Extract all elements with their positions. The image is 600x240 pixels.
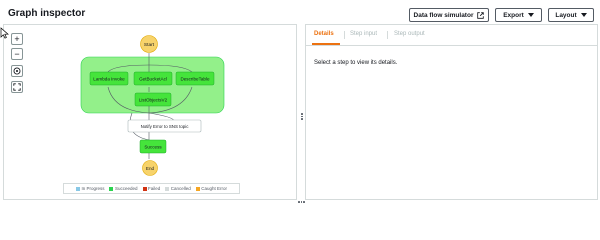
cancelled-swatch: [165, 186, 170, 191]
details-tabs: Details Step input Step output: [306, 25, 597, 46]
export-button[interactable]: Export: [495, 8, 542, 22]
tab-details[interactable]: Details: [314, 31, 334, 37]
vertical-resize-handle[interactable]: [301, 113, 303, 120]
graph-canvas-panel[interactable]: + − Start Lambda Invoke GetBucketAcl Des…: [3, 24, 297, 200]
success-label: Success: [144, 145, 162, 150]
details-panel: Details Step input Step output Select a …: [305, 24, 598, 200]
layout-label: Layout: [555, 11, 577, 19]
succeeded-swatch: [109, 186, 114, 191]
legend-label: Succeeded: [114, 186, 138, 191]
describe-table-node[interactable]: DescribeTable: [175, 71, 215, 86]
success-node[interactable]: Success: [139, 139, 167, 154]
horizontal-resize-handle[interactable]: [298, 201, 305, 203]
state-machine-graph: Start Lambda Invoke GetBucketAcl Describ…: [80, 35, 225, 176]
page-title: Graph inspector: [8, 8, 86, 19]
lambda-invoke-node[interactable]: Lambda Invoke: [89, 71, 129, 86]
lambda-invoke-label: Lambda Invoke: [93, 77, 125, 82]
start-label: Start: [144, 42, 155, 48]
list-objects-v2-node[interactable]: ListObjectsV2: [134, 92, 172, 107]
details-empty-hint: Select a step to view its details.: [314, 60, 398, 66]
describe-table-label: DescribeTable: [180, 77, 210, 82]
legend-label: Caught Error: [201, 186, 228, 191]
data-flow-simulator-label: Data flow simulator: [413, 11, 474, 19]
get-bucket-acl-node[interactable]: GetBucketAcl: [133, 71, 173, 86]
tab-step-input[interactable]: Step input: [350, 31, 377, 37]
legend-item-cancelled: Cancelled: [165, 186, 191, 191]
legend-label: Cancelled: [170, 186, 191, 191]
notify-error-node[interactable]: Notify Error to SNS topic: [127, 119, 202, 133]
mouse-cursor-icon: [0, 27, 9, 39]
failed-swatch: [142, 186, 147, 191]
legend-item-in-progress: In Progress: [75, 186, 105, 191]
legend-label: In Progress: [81, 186, 105, 191]
legend-label: Failed: [148, 186, 161, 191]
tab-step-output[interactable]: Step output: [394, 31, 425, 37]
export-label: Export: [503, 11, 524, 19]
active-tab-indicator: [312, 43, 340, 45]
caught-error-swatch: [195, 186, 200, 191]
end-node[interactable]: End: [142, 160, 158, 176]
start-node[interactable]: Start: [140, 35, 158, 53]
list-objects-v2-label: ListObjectsV2: [139, 98, 168, 103]
external-link-icon: [477, 11, 485, 19]
tab-divider: [387, 31, 388, 39]
end-label: End: [146, 166, 155, 171]
legend-item-succeeded: Succeeded: [109, 186, 138, 191]
status-legend: In Progress Succeeded Failed Cancelled C…: [63, 183, 240, 194]
notify-error-label: Notify Error to SNS topic: [141, 124, 190, 129]
caret-down-icon: [580, 13, 587, 17]
caret-down-icon: [527, 13, 534, 17]
legend-item-failed: Failed: [142, 186, 161, 191]
tab-divider: [344, 31, 345, 39]
data-flow-simulator-button[interactable]: Data flow simulator: [409, 8, 489, 22]
layout-button[interactable]: Layout: [548, 8, 594, 22]
legend-item-caught-error: Caught Error: [195, 186, 228, 191]
get-bucket-acl-label: GetBucketAcl: [139, 77, 167, 82]
in-progress-swatch: [75, 186, 80, 191]
